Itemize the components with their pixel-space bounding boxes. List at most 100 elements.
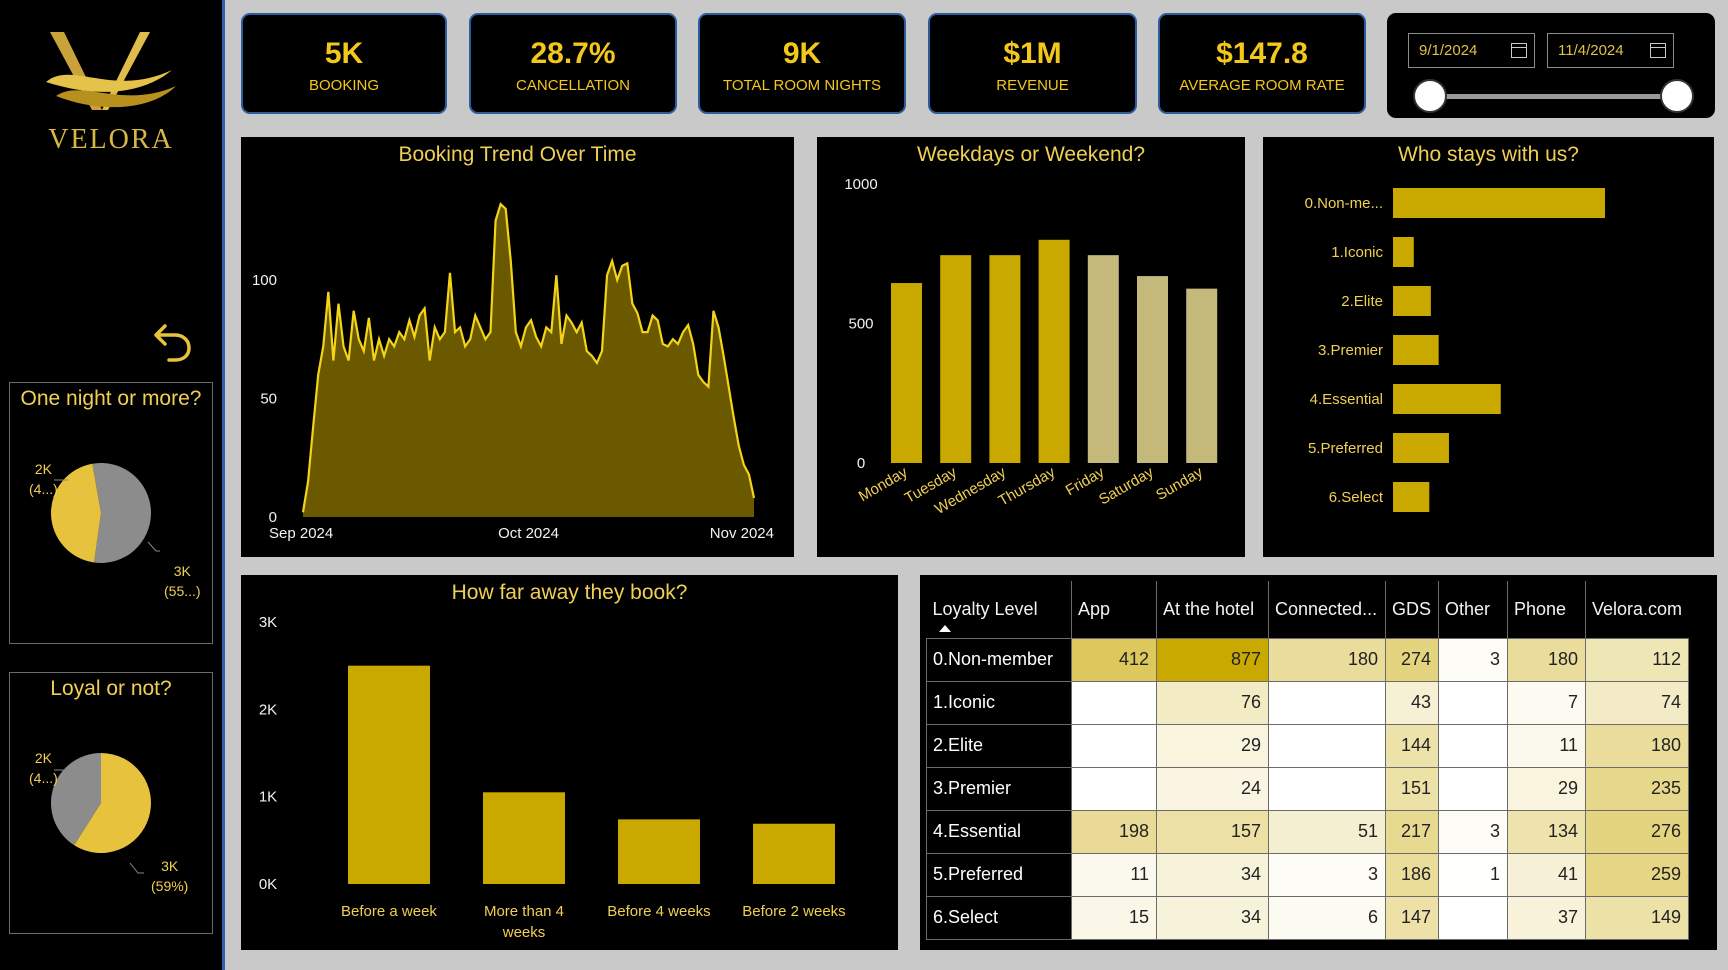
loyalty-panel: Who stays with us? 0.Non-me... 1.Iconic 2.… xyxy=(1263,137,1714,557)
matrix-cell: 157 xyxy=(1156,809,1269,854)
y-tick-label: 50 xyxy=(260,390,277,407)
velora-logo-icon xyxy=(46,32,176,110)
matrix-cell: 180 xyxy=(1268,637,1386,682)
kpi-value: $147.8 xyxy=(1216,37,1308,70)
loyalty-bar xyxy=(1393,384,1501,414)
y-tick-label: 3.Premier xyxy=(1318,342,1383,359)
kpi-card-room-rate: $147.8 AVERAGE ROOM RATE xyxy=(1158,13,1366,114)
kpi-value: 9K xyxy=(782,37,822,70)
matrix-cell xyxy=(1438,723,1508,768)
matrix-cell: 37 xyxy=(1507,895,1586,940)
column-header[interactable]: Connected... xyxy=(1268,581,1386,638)
column-header[interactable]: Other xyxy=(1438,581,1508,638)
table-row[interactable]: 6.Select 15 34 6 147 37 149 xyxy=(926,895,1689,940)
date-slider-end-handle[interactable] xyxy=(1660,79,1694,113)
pie-label: (59%) xyxy=(151,878,189,894)
date-slider-start-handle[interactable] xyxy=(1413,79,1447,113)
column-header[interactable]: GDS xyxy=(1385,581,1439,638)
x-tick-label: Sep 2024 xyxy=(269,525,333,542)
column-header[interactable]: At the hotel xyxy=(1156,581,1269,638)
end-date-input[interactable]: 11/4/2024 xyxy=(1547,33,1674,68)
lead-time-panel: How far away they book? 0K 1K 2K 3K Before a… xyxy=(241,575,898,950)
kpi-label: REVENUE xyxy=(996,77,1069,94)
x-tick-label: Sunday xyxy=(1153,463,1206,503)
row-header: 0.Non-member xyxy=(926,637,1072,682)
matrix-cell: 217 xyxy=(1385,809,1439,854)
table-row[interactable]: 1.Iconic 76 43 7 74 xyxy=(926,680,1689,725)
x-tick-label: Saturday xyxy=(1096,463,1157,508)
weekday-panel: Weekdays or Weekend? 0 500 1000 Monday Tuesd… xyxy=(817,137,1245,557)
column-header[interactable]: Velora.com xyxy=(1586,581,1689,638)
matrix-cell: 198 xyxy=(1071,809,1157,854)
column-header[interactable]: App xyxy=(1071,581,1157,638)
matrix-cell: 274 xyxy=(1385,637,1439,682)
matrix-cell: 3 xyxy=(1438,637,1508,682)
column-header-loyalty[interactable]: Loyalty Level xyxy=(926,581,1072,638)
kpi-label: TOTAL ROOM NIGHTS xyxy=(722,77,882,94)
matrix-header-row: Loyalty Level App At the hotel Connected… xyxy=(926,581,1689,638)
matrix-cell: 180 xyxy=(1507,637,1586,682)
loyal-pie-card: Loyal or not? 2K (4...) 3K (59%) xyxy=(9,672,213,934)
kpi-card-booking: 5K BOOKING xyxy=(241,13,447,114)
table-row[interactable]: 5.Preferred 11 34 3 186 1 41 259 xyxy=(926,852,1689,897)
weekday-bar xyxy=(1137,276,1168,463)
y-tick-label: 2K xyxy=(259,701,277,718)
pie-label: (4...) xyxy=(29,770,58,786)
table-row[interactable]: 0.Non-member 412 877 180 274 3 180 112 xyxy=(926,637,1689,682)
column-header-label: Loyalty Level xyxy=(932,598,1038,619)
matrix-cell: 74 xyxy=(1585,680,1689,725)
row-header: 1.Iconic xyxy=(926,680,1072,725)
matrix-cell: 34 xyxy=(1156,895,1269,940)
weekday-bar xyxy=(891,283,922,463)
matrix-cell: 259 xyxy=(1585,852,1689,897)
kpi-value: 28.7% xyxy=(530,37,616,70)
y-tick-label: 0 xyxy=(857,455,865,472)
y-tick-label: 1000 xyxy=(844,176,877,193)
lead-time-bar xyxy=(753,823,835,884)
table-row[interactable]: 3.Premier 24 151 29 235 xyxy=(926,766,1689,811)
weekday-bar xyxy=(1038,239,1070,463)
matrix-cell: 15 xyxy=(1071,895,1157,940)
matrix-cell: 112 xyxy=(1585,637,1689,682)
matrix-cell: 276 xyxy=(1585,809,1689,854)
pie-slice-one-night xyxy=(51,463,101,563)
x-tick-label: Oct 2024 xyxy=(498,525,559,542)
y-tick-label: 0 xyxy=(269,509,277,526)
matrix-cell xyxy=(1071,723,1157,768)
end-date-value: 11/4/2024 xyxy=(1558,42,1624,59)
sidebar: VELORA One night or more? 2K (4...) 3K (… xyxy=(0,0,225,970)
matrix-cell: 147 xyxy=(1385,895,1439,940)
x-tick-label: Before 2 weeks xyxy=(742,903,845,920)
lead-time-bar xyxy=(483,792,565,884)
matrix-cell xyxy=(1071,766,1157,811)
date-slider-track[interactable] xyxy=(1429,94,1677,99)
matrix-cell: 76 xyxy=(1156,680,1269,725)
table-row[interactable]: 4.Essential 198 157 51 217 3 134 276 xyxy=(926,809,1689,854)
kpi-label: CANCELLATION xyxy=(516,77,630,94)
matrix-cell: 3 xyxy=(1268,852,1386,897)
loyalty-bar xyxy=(1393,482,1430,512)
pie-slice-more-nights xyxy=(92,463,151,563)
column-header[interactable]: Phone xyxy=(1507,581,1586,638)
y-tick-label: 1K xyxy=(259,789,277,806)
sort-up-icon[interactable] xyxy=(938,624,951,632)
y-tick-label: 0K xyxy=(259,876,277,893)
table-row[interactable]: 2.Elite 29 144 11 180 xyxy=(926,723,1689,768)
y-tick-label: 1.Iconic xyxy=(1331,244,1383,261)
matrix-cell: 186 xyxy=(1385,852,1439,897)
loyalty-chart: 0.Non-me... 1.Iconic 2.Elite 3.Premier 4.Ess… xyxy=(1305,188,1605,512)
pie-label: (55...) xyxy=(164,583,201,599)
undo-arrow-icon[interactable] xyxy=(153,322,193,364)
kpi-value: 5K xyxy=(324,37,364,70)
calendar-icon[interactable] xyxy=(1650,43,1666,58)
matrix-cell: 34 xyxy=(1156,852,1269,897)
matrix-cell: 11 xyxy=(1071,852,1157,897)
y-tick-label: 5.Preferred xyxy=(1308,440,1383,457)
row-header: 2.Elite xyxy=(926,723,1072,768)
loyalty-bar xyxy=(1393,335,1439,365)
row-header: 6.Select xyxy=(926,895,1072,940)
start-date-input[interactable]: 9/1/2024 xyxy=(1408,33,1535,68)
kpi-card-cancellation: 28.7% CANCELLATION xyxy=(469,13,677,114)
loyalty-bar xyxy=(1393,433,1449,463)
calendar-icon[interactable] xyxy=(1511,43,1527,58)
